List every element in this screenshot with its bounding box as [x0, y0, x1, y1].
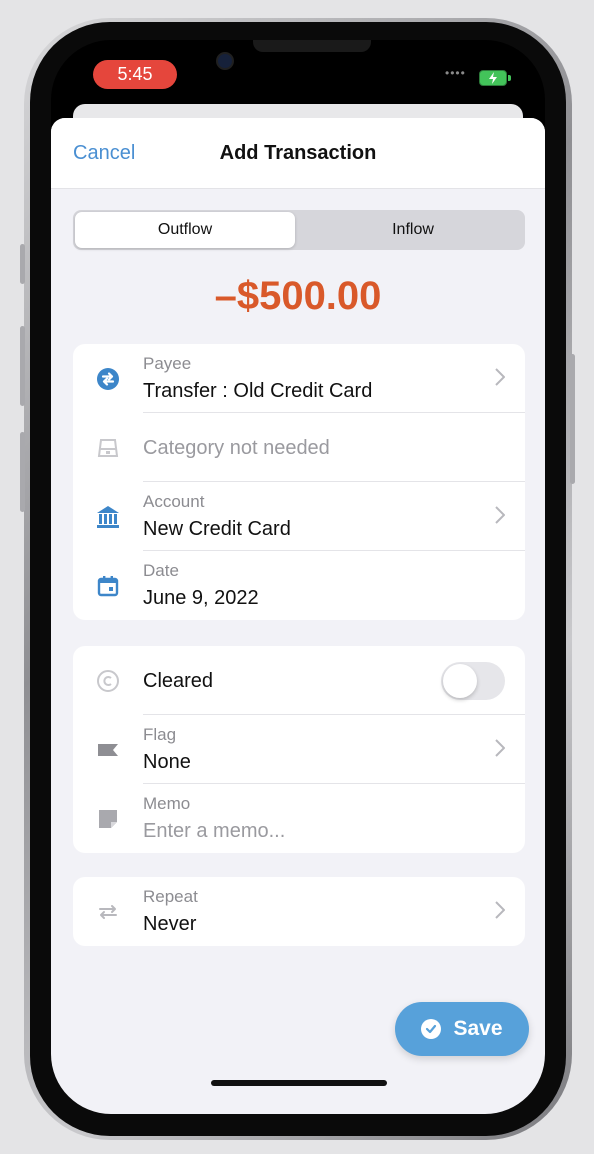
- details-card: Payee Transfer : Old Credit Card Categor…: [73, 344, 525, 620]
- status-time: 5:45: [93, 60, 177, 89]
- account-row[interactable]: Account New Credit Card: [73, 482, 525, 551]
- category-row: Category not needed: [73, 413, 525, 482]
- volume-down-button: [20, 432, 25, 512]
- payee-value: Transfer : Old Credit Card: [143, 380, 373, 402]
- add-transaction-sheet: Cancel Add Transaction Outflow Inflow –$…: [51, 118, 545, 1114]
- silent-switch: [20, 244, 25, 284]
- signal-icon: ••••: [445, 66, 466, 80]
- memo-icon: [95, 806, 121, 832]
- payee-row[interactable]: Payee Transfer : Old Credit Card: [73, 344, 525, 413]
- repeat-value: Never: [143, 913, 197, 935]
- date-row[interactable]: Date June 9, 2022: [73, 551, 525, 620]
- chevron-right-icon: [495, 739, 505, 757]
- account-label: Account: [143, 492, 205, 511]
- account-value: New Credit Card: [143, 518, 291, 540]
- power-button: [570, 354, 575, 484]
- nav-bar: Cancel Add Transaction: [51, 118, 545, 189]
- options-card: Cleared Flag None Memo Enter a memo...: [73, 646, 525, 853]
- battery-charging-icon: [479, 70, 511, 86]
- screen: 5:45 •••• Cancel Add Transaction Outflow…: [51, 40, 545, 1114]
- camera-icon: [216, 52, 234, 70]
- home-indicator[interactable]: [211, 1080, 387, 1086]
- category-icon: [95, 435, 121, 461]
- flow-segmented-control: Outflow Inflow: [73, 210, 525, 250]
- cleared-toggle[interactable]: [441, 662, 505, 700]
- flag-label: Flag: [143, 725, 177, 744]
- chevron-right-icon: [495, 506, 505, 524]
- category-value: Category not needed: [143, 437, 330, 459]
- memo-input[interactable]: Enter a memo...: [143, 820, 285, 843]
- cleared-icon: [95, 668, 121, 694]
- memo-label: Memo: [143, 794, 191, 813]
- page-title: Add Transaction: [219, 142, 377, 164]
- chevron-right-icon: [495, 368, 505, 386]
- outflow-segment[interactable]: Outflow: [75, 212, 295, 248]
- amount-display[interactable]: –$500.00: [51, 274, 545, 319]
- inflow-segment[interactable]: Inflow: [303, 212, 523, 248]
- chevron-right-icon: [495, 901, 505, 919]
- date-value: June 9, 2022: [143, 587, 259, 609]
- cleared-label: Cleared: [143, 670, 214, 692]
- bank-icon: [95, 504, 121, 530]
- flag-icon: [95, 737, 121, 763]
- flag-row[interactable]: Flag None: [73, 715, 525, 784]
- memo-row[interactable]: Memo Enter a memo...: [73, 784, 525, 853]
- toggle-knob: [443, 664, 477, 698]
- repeat-icon: [95, 899, 121, 925]
- cleared-row: Cleared: [73, 646, 525, 715]
- payee-label: Payee: [143, 354, 192, 373]
- date-label: Date: [143, 561, 179, 580]
- flag-value: None: [143, 751, 191, 773]
- volume-up-button: [20, 326, 25, 406]
- repeat-card: Repeat Never: [73, 877, 525, 946]
- save-label: Save: [453, 1017, 503, 1040]
- repeat-row[interactable]: Repeat Never: [73, 877, 525, 946]
- checkmark-icon: [421, 1019, 442, 1039]
- calendar-icon: [95, 573, 121, 599]
- save-button[interactable]: Save: [395, 1002, 529, 1056]
- transfer-icon: [95, 366, 121, 392]
- repeat-label: Repeat: [143, 887, 198, 906]
- speaker-grille: [253, 40, 371, 52]
